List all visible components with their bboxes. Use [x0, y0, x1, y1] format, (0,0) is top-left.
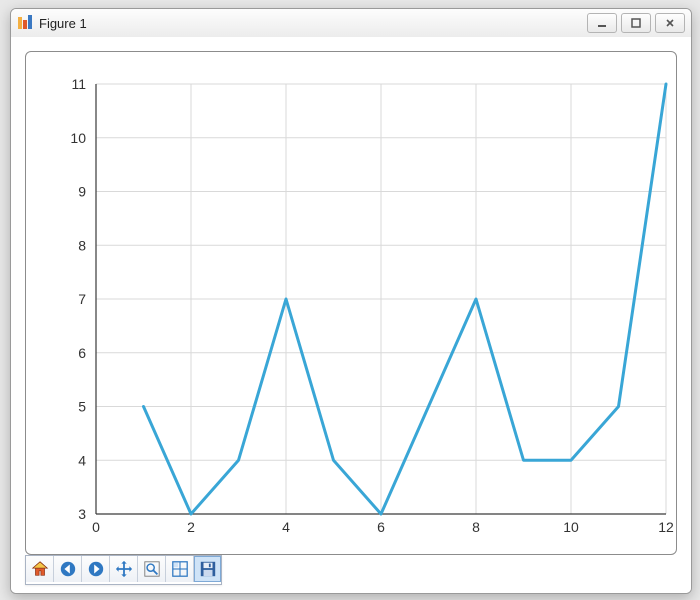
zoom-icon [143, 560, 161, 578]
home-button[interactable] [26, 556, 54, 582]
save-button[interactable] [194, 556, 221, 582]
zoom-button[interactable] [138, 556, 166, 582]
svg-text:9: 9 [78, 184, 86, 200]
minimize-button[interactable] [587, 13, 617, 33]
subplots-icon [171, 560, 189, 578]
back-button[interactable] [54, 556, 82, 582]
svg-text:12: 12 [658, 519, 674, 535]
svg-text:4: 4 [282, 519, 290, 535]
navigation-toolbar [25, 555, 222, 585]
svg-text:2: 2 [187, 519, 195, 535]
figure-window: Figure 1 0 2 4 6 8 10 12 3 4 5 6 7 8 9 10 11 [10, 8, 692, 594]
arrow-left-icon [59, 560, 77, 578]
svg-text:8: 8 [78, 237, 86, 253]
svg-text:7: 7 [78, 291, 86, 307]
forward-button[interactable] [82, 556, 110, 582]
svg-text:10: 10 [563, 519, 579, 535]
window-title: Figure 1 [39, 16, 87, 31]
svg-text:6: 6 [377, 519, 385, 535]
window-controls [587, 13, 685, 33]
titlebar: Figure 1 [11, 9, 691, 38]
arrow-right-icon [87, 560, 105, 578]
svg-text:3: 3 [78, 506, 86, 522]
svg-text:0: 0 [92, 519, 100, 535]
client-area: 0 2 4 6 8 10 12 3 4 5 6 7 8 9 10 11 [11, 37, 691, 593]
save-icon [199, 560, 217, 578]
svg-text:10: 10 [70, 130, 86, 146]
home-icon [31, 560, 49, 578]
svg-text:4: 4 [78, 452, 86, 468]
app-icon [17, 15, 33, 31]
plot-frame: 0 2 4 6 8 10 12 3 4 5 6 7 8 9 10 11 [25, 51, 677, 555]
line-chart: 0 2 4 6 8 10 12 3 4 5 6 7 8 9 10 11 [26, 52, 676, 554]
svg-text:5: 5 [78, 399, 86, 415]
close-button[interactable] [655, 13, 685, 33]
svg-text:8: 8 [472, 519, 480, 535]
svg-text:6: 6 [78, 345, 86, 361]
maximize-button[interactable] [621, 13, 651, 33]
move-icon [115, 560, 133, 578]
pan-button[interactable] [110, 556, 138, 582]
subplots-button[interactable] [166, 556, 194, 582]
svg-text:11: 11 [71, 76, 86, 92]
